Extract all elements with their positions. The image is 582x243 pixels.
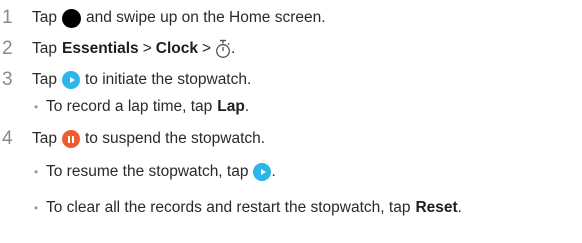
step-number: 1 bbox=[2, 7, 13, 28]
step-3-note: • To record a lap time, tap Lap . bbox=[0, 95, 249, 119]
bullet: • bbox=[34, 100, 39, 114]
step-number: 3 bbox=[2, 69, 13, 90]
pause-icon bbox=[62, 130, 80, 148]
step-4: 4 Tap to suspend the stopwatch. bbox=[0, 127, 265, 151]
step-4-note-resume: • To resume the stopwatch, tap . bbox=[0, 160, 276, 184]
step-text: . bbox=[231, 40, 236, 57]
path-separator: > bbox=[201, 40, 212, 57]
bullet: • bbox=[34, 201, 39, 215]
step-number: 4 bbox=[2, 128, 13, 149]
play-icon bbox=[62, 71, 80, 89]
step-text: Tap bbox=[32, 130, 57, 147]
step-text: to initiate the stopwatch. bbox=[85, 71, 252, 88]
step-1: 1 Tap and swipe up on the Home screen. bbox=[0, 6, 326, 30]
note-text: . bbox=[457, 199, 462, 216]
note-text: To resume the stopwatch, tap bbox=[46, 163, 249, 180]
note-text: . bbox=[244, 98, 250, 115]
menu-path-clock: Clock bbox=[155, 40, 198, 57]
stopwatch-icon bbox=[216, 39, 230, 58]
path-separator: > bbox=[142, 40, 152, 57]
lap-label: Lap bbox=[217, 98, 245, 115]
bullet: • bbox=[34, 165, 39, 179]
menu-path-essentials: Essentials bbox=[62, 40, 139, 57]
step-3: 3 Tap to initiate the stopwatch. bbox=[0, 68, 251, 92]
note-text: To record a lap time, tap bbox=[46, 98, 213, 115]
step-text: Tap bbox=[32, 71, 57, 88]
step-text: Tap bbox=[32, 40, 57, 57]
note-text: To clear all the records and restart the… bbox=[46, 199, 411, 216]
step-4-note-reset: • To clear all the records and restart t… bbox=[0, 196, 462, 220]
step-text: to suspend the stopwatch. bbox=[85, 130, 266, 147]
step-text: and swipe up on the Home screen. bbox=[86, 9, 326, 26]
home-button-icon bbox=[62, 8, 81, 28]
step-text: Tap bbox=[32, 9, 57, 26]
step-2: 2 Tap Essentials > Clock > . bbox=[0, 37, 235, 61]
step-number: 2 bbox=[2, 38, 13, 59]
reset-label: Reset bbox=[415, 199, 458, 216]
note-text: . bbox=[271, 163, 276, 180]
play-icon bbox=[253, 163, 272, 181]
